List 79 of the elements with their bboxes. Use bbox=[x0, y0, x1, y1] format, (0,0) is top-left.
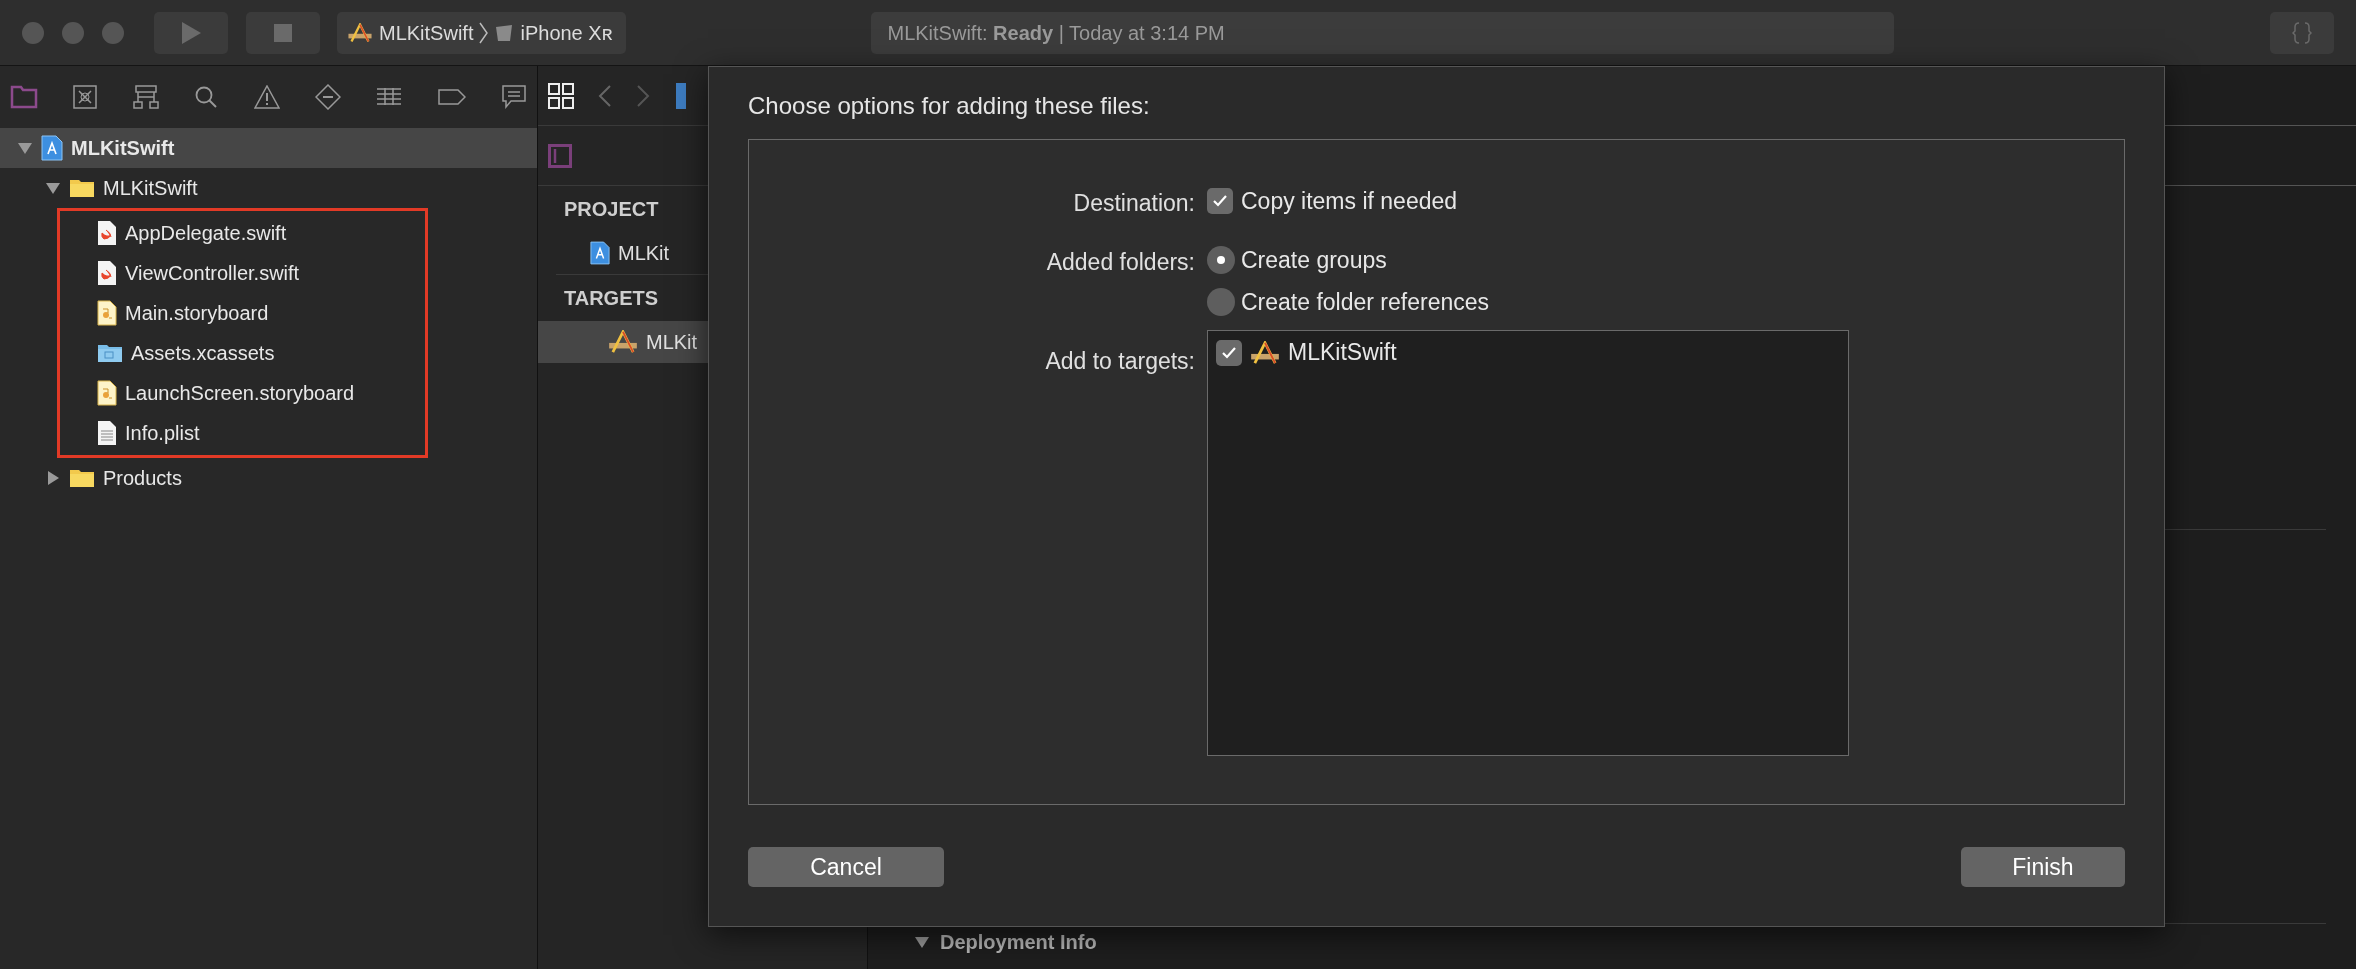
disclosure-triangle-icon[interactable] bbox=[45, 180, 61, 196]
sidebar-toggle-icon[interactable] bbox=[548, 143, 572, 168]
grid-icon[interactable] bbox=[548, 82, 574, 109]
app-target-icon bbox=[1250, 340, 1280, 365]
list-file-icon bbox=[97, 420, 117, 446]
stop-button[interactable] bbox=[246, 11, 320, 54]
square-x-icon[interactable] bbox=[73, 85, 98, 109]
list-icon[interactable] bbox=[376, 87, 403, 107]
disclosure-triangle-icon[interactable] bbox=[45, 470, 61, 486]
scheme-selector[interactable]: MLKitSwift iPhone Xʀ bbox=[337, 11, 627, 54]
file-icon[interactable] bbox=[674, 80, 686, 111]
tree-item[interactable]: LaunchScreen.storyboard bbox=[60, 373, 425, 413]
chevron-right-icon bbox=[479, 21, 489, 44]
app-target-icon bbox=[608, 330, 638, 354]
message-icon[interactable] bbox=[501, 85, 527, 109]
braces-icon bbox=[2292, 20, 2312, 45]
tree-item[interactable]: Products bbox=[0, 458, 537, 498]
tree-item-label: MLKitSwift bbox=[71, 136, 175, 161]
section-header: PROJECT bbox=[563, 197, 660, 222]
checkbox-label: Copy items if needed bbox=[1241, 187, 1458, 216]
run-button[interactable] bbox=[154, 11, 228, 54]
project-file-icon bbox=[41, 135, 63, 161]
section-header: TARGETS bbox=[563, 286, 660, 311]
stop-icon bbox=[274, 23, 292, 42]
tree-item[interactable]: MLKitSwift bbox=[0, 168, 537, 208]
section-title: Deployment Info bbox=[940, 930, 1097, 955]
folder-icon bbox=[69, 178, 95, 198]
hierarchy-icon[interactable] bbox=[132, 85, 159, 109]
target-list-label: MLKit bbox=[646, 330, 698, 355]
target-list-item[interactable]: MLKit bbox=[538, 232, 867, 274]
swift-file-icon bbox=[97, 260, 117, 286]
tree-item-label: Info.plist bbox=[125, 421, 200, 446]
option-label: Added folders: bbox=[1045, 247, 1196, 277]
back-chevron-icon[interactable] bbox=[598, 83, 612, 108]
tree-item-label: Main.storyboard bbox=[125, 301, 269, 326]
folder-icon bbox=[97, 343, 123, 363]
tree-item[interactable]: ViewController.swift bbox=[60, 253, 425, 293]
swift-file-icon bbox=[97, 220, 117, 246]
project-file-icon bbox=[590, 241, 610, 265]
finish-button[interactable]: Finish bbox=[1961, 847, 2125, 887]
option-label: Add to targets: bbox=[1044, 346, 1196, 376]
target-list-label: MLKit bbox=[618, 241, 670, 266]
cancel-button[interactable]: Cancel bbox=[748, 847, 944, 887]
scheme-name: MLKitSwift bbox=[379, 20, 474, 46]
tree-item[interactable]: Info.plist bbox=[60, 413, 425, 453]
tree-item-label: LaunchScreen.storyboard bbox=[125, 381, 355, 406]
tree-item[interactable]: AppDelegate.swift bbox=[60, 213, 425, 253]
tree-item-label: MLKitSwift bbox=[103, 176, 198, 201]
option-label: Destination: bbox=[1072, 189, 1196, 218]
checkbox[interactable] bbox=[1207, 188, 1233, 215]
status-text: MLKitSwift: Ready | Today at 3:14 PM bbox=[887, 20, 1225, 46]
storyboard-file-icon bbox=[97, 380, 117, 406]
folder-icon bbox=[69, 468, 95, 488]
tree-item-label: Products bbox=[103, 466, 182, 491]
play-icon bbox=[180, 20, 202, 45]
tree-item[interactable]: MLKitSwift bbox=[0, 128, 537, 168]
tree-item-label: Assets.xcassets bbox=[131, 341, 275, 366]
dialog-title: Choose options for adding these files: bbox=[748, 91, 1151, 121]
disclosure-triangle-icon[interactable] bbox=[17, 140, 33, 156]
storyboard-file-icon bbox=[97, 300, 117, 326]
folder-icon[interactable] bbox=[10, 85, 38, 109]
radio-button[interactable] bbox=[1207, 288, 1235, 317]
tree-item[interactable]: Assets.xcassets bbox=[60, 333, 425, 373]
tree-item-label: AppDelegate.swift bbox=[125, 221, 287, 246]
tree-item[interactable]: Main.storyboard bbox=[60, 293, 425, 333]
search-icon[interactable] bbox=[194, 85, 219, 109]
disclosure-triangle-icon[interactable] bbox=[914, 934, 930, 950]
tree-item-label: ViewController.swift bbox=[125, 261, 300, 286]
device-icon bbox=[494, 22, 515, 43]
radio-button[interactable] bbox=[1207, 245, 1235, 274]
radio-label: Create groups bbox=[1241, 245, 1387, 275]
checkbox[interactable] bbox=[1216, 339, 1242, 366]
device-name: iPhone Xʀ bbox=[520, 20, 614, 46]
diamond-minus-icon[interactable] bbox=[314, 84, 341, 110]
warning-icon[interactable] bbox=[253, 85, 280, 109]
tag-icon[interactable] bbox=[437, 88, 466, 106]
app-target-icon bbox=[347, 22, 373, 43]
target-label: MLKitSwift bbox=[1288, 338, 1397, 368]
radio-label: Create folder references bbox=[1241, 288, 1489, 317]
